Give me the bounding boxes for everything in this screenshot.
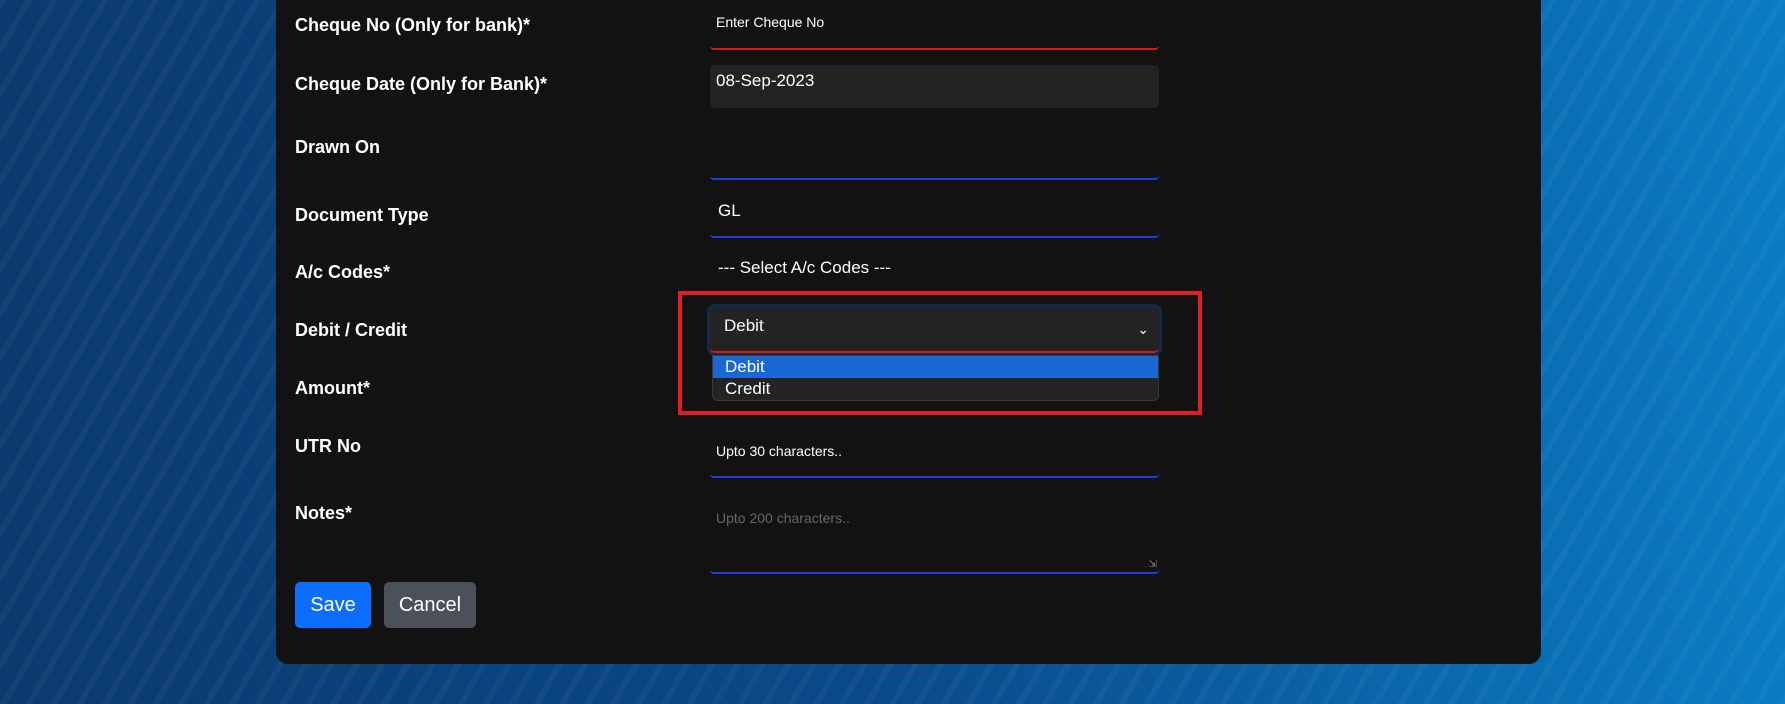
document-type-value: GL (718, 201, 741, 220)
debit-credit-dropdown: Debit Credit (712, 355, 1159, 401)
cheque-date-input[interactable]: 08-Sep-2023 (710, 65, 1159, 108)
cheque-date-value: 08-Sep-2023 (716, 71, 815, 90)
resize-handle-icon[interactable]: ⇲ (1149, 559, 1157, 570)
cheque-no-input[interactable]: Enter Cheque No (710, 10, 1159, 50)
ac-codes-label: A/c Codes* (295, 262, 391, 282)
option-credit[interactable]: Credit (713, 378, 1158, 400)
save-button[interactable]: Save (295, 582, 371, 628)
utr-no-input[interactable]: Upto 30 characters.. (710, 436, 1159, 478)
ac-codes-value: --- Select A/c Codes --- (718, 258, 891, 277)
debit-credit-label: Debit / Credit (295, 320, 408, 340)
cheque-no-placeholder: Enter Cheque No (716, 14, 825, 30)
utr-no-placeholder: Upto 30 characters.. (716, 443, 843, 459)
chevron-down-icon: ⌄ (1137, 321, 1149, 337)
document-type-input[interactable]: GL (710, 195, 1159, 238)
notes-textarea[interactable]: Upto 200 characters.. ⇲ (710, 500, 1159, 574)
document-type-label: Document Type (295, 205, 429, 225)
amount-label: Amount* (295, 378, 370, 398)
cheque-date-label: Cheque Date (Only for Bank)* (295, 74, 548, 94)
notes-placeholder: Upto 200 characters.. (716, 510, 850, 526)
debit-credit-select[interactable]: Debit ⌄ (710, 307, 1159, 353)
cancel-button[interactable]: Cancel (384, 582, 476, 628)
notes-label: Notes* (295, 503, 353, 523)
utr-no-label: UTR No (295, 436, 361, 456)
option-debit[interactable]: Debit (713, 356, 1158, 378)
ac-codes-select[interactable]: --- Select A/c Codes --- (710, 258, 1159, 278)
cheque-no-label: Cheque No (Only for bank)* (295, 15, 531, 35)
drawn-on-label: Drawn On (295, 137, 381, 157)
debit-credit-value: Debit (724, 316, 764, 335)
drawn-on-input[interactable] (710, 140, 1159, 180)
